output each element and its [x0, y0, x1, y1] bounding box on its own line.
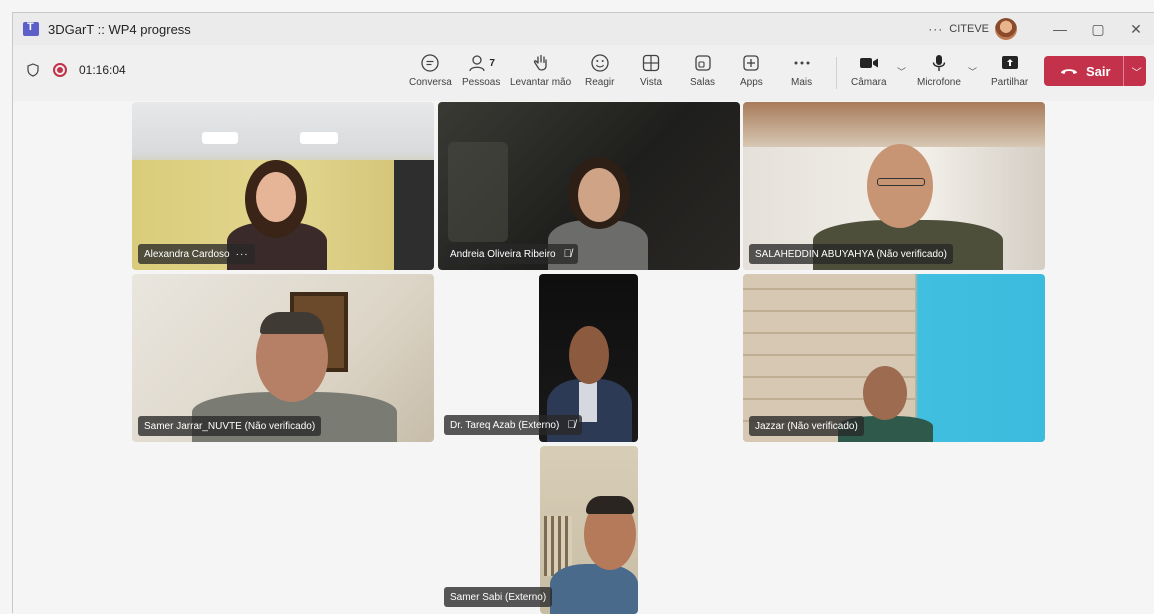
- react-label: Reagir: [585, 77, 615, 88]
- share-button[interactable]: Partilhar: [991, 51, 1028, 97]
- people-count: 7: [489, 57, 495, 69]
- participant-name: Alexandra Cardoso: [144, 248, 230, 260]
- participant-name: Dr. Tareq Azab (Externo): [450, 419, 560, 431]
- teams-window: 3DGarT :: WP4 progress ··· CITEVE — ▢ ✕ …: [12, 12, 1154, 614]
- participant-tile-alexandra[interactable]: Alexandra Cardoso ···: [132, 102, 434, 270]
- apps-label: Apps: [740, 77, 763, 88]
- participant-name-tag: Samer Sabi (Externo): [444, 587, 553, 607]
- org-name[interactable]: CITEVE: [949, 23, 989, 35]
- hang-up-icon: [1061, 69, 1077, 74]
- view-button[interactable]: Vista: [640, 51, 662, 97]
- people-button[interactable]: 7 Pessoas: [462, 51, 500, 97]
- people-label: Pessoas: [462, 77, 501, 88]
- microphone-options-chevron-icon[interactable]: ﹀: [968, 65, 977, 78]
- rooms-icon: [694, 55, 711, 71]
- participant-name-tag: Dr. Tareq Azab (Externo) 🎙̸: [444, 415, 582, 435]
- maximize-button[interactable]: ▢: [1079, 13, 1117, 45]
- window-title: 3DGarT :: WP4 progress: [48, 21, 191, 37]
- more-label: Mais: [791, 77, 813, 88]
- title-bar: 3DGarT :: WP4 progress ··· CITEVE — ▢ ✕: [13, 13, 1154, 45]
- camera-label: Câmara: [851, 77, 887, 88]
- participant-name: Jazzar (Não verificado): [755, 420, 858, 432]
- raise-hand-label: Levantar mão: [510, 77, 572, 88]
- mic-off-icon: 🎙̸: [567, 419, 576, 431]
- participant-more-button[interactable]: ···: [236, 249, 249, 260]
- leave-label: Sair: [1086, 63, 1111, 79]
- people-icon: [469, 55, 486, 72]
- participant-tile-andreia[interactable]: Andreia Oliveira Ribeiro 🎙̸: [438, 102, 740, 270]
- participant-tile-jazzar[interactable]: Jazzar (Não verificado): [743, 274, 1045, 442]
- camera-options-chevron-icon[interactable]: ﹀: [897, 65, 906, 78]
- participant-name-tag: Andreia Oliveira Ribeiro 🎙̸: [444, 244, 578, 264]
- participant-tile-samer-jarrar[interactable]: Samer Jarrar_NUVTE (Não verificado): [132, 274, 434, 442]
- view-label: Vista: [640, 77, 663, 88]
- share-label: Partilhar: [991, 77, 1029, 88]
- ellipsis-icon: [794, 61, 810, 65]
- participant-name-tag: Samer Jarrar_NUVTE (Não verificado): [138, 416, 322, 436]
- teams-logo-icon: [23, 21, 39, 36]
- more-options-button[interactable]: ···: [928, 22, 943, 36]
- meeting-info: 01:16:04: [27, 63, 126, 77]
- share-screen-icon: [1001, 56, 1018, 69]
- apps-button[interactable]: Apps: [740, 51, 763, 97]
- chat-label: Conversa: [409, 77, 452, 88]
- participant-name-tag: SALAHEDDIN ABUYAHYA (Não verificado): [749, 244, 953, 264]
- participant-name: Samer Sabi (Externo): [450, 591, 547, 603]
- microphone-icon: [932, 55, 946, 71]
- leave-divider: [1122, 56, 1124, 86]
- more-button[interactable]: Mais: [791, 51, 812, 97]
- chat-button[interactable]: Conversa: [409, 51, 452, 97]
- participant-name: SALAHEDDIN ABUYAHYA (Não verificado): [755, 248, 947, 260]
- grid-view-icon: [642, 54, 660, 72]
- leave-button[interactable]: Sair ﹀: [1044, 56, 1146, 86]
- rooms-button[interactable]: Salas: [690, 51, 715, 97]
- participant-tile-salaheddin[interactable]: SALAHEDDIN ABUYAHYA (Não verificado): [743, 102, 1045, 270]
- shield-icon: [27, 63, 39, 77]
- add-app-icon: [743, 55, 760, 71]
- participant-name-tag: Jazzar (Não verificado): [749, 416, 864, 436]
- meeting-timer: 01:16:04: [79, 63, 126, 77]
- participant-name-tag: Alexandra Cardoso ···: [138, 244, 255, 264]
- leave-options-chevron-icon[interactable]: ﹀: [1132, 64, 1142, 79]
- participant-tile-samer-sabi[interactable]: [540, 446, 638, 614]
- camera-icon: [859, 58, 878, 68]
- meeting-toolbar: 01:16:04 Conversa 7 Pessoas Levantar mão…: [13, 45, 1154, 101]
- participant-name: Andreia Oliveira Ribeiro: [450, 248, 556, 260]
- user-avatar[interactable]: [995, 18, 1017, 40]
- video-stage: Alexandra Cardoso ··· Andreia Oliveira R…: [13, 101, 1154, 614]
- participant-name: Samer Jarrar_NUVTE (Não verificado): [144, 420, 316, 432]
- close-button[interactable]: ✕: [1117, 13, 1154, 45]
- toolbar-divider: [836, 57, 837, 89]
- recording-icon: [53, 63, 67, 77]
- chat-icon: [421, 54, 440, 72]
- microphone-label: Microfone: [917, 77, 961, 88]
- raise-hand-button[interactable]: Levantar mão: [510, 51, 571, 97]
- camera-button[interactable]: Câmara: [851, 51, 887, 97]
- minimize-button[interactable]: —: [1041, 13, 1079, 45]
- react-button[interactable]: Reagir: [585, 51, 614, 97]
- hand-icon: [533, 54, 547, 71]
- smiley-icon: [591, 54, 609, 72]
- mic-off-icon: 🎙̸: [563, 248, 572, 260]
- microphone-button[interactable]: Microfone: [917, 51, 961, 97]
- rooms-label: Salas: [690, 77, 716, 88]
